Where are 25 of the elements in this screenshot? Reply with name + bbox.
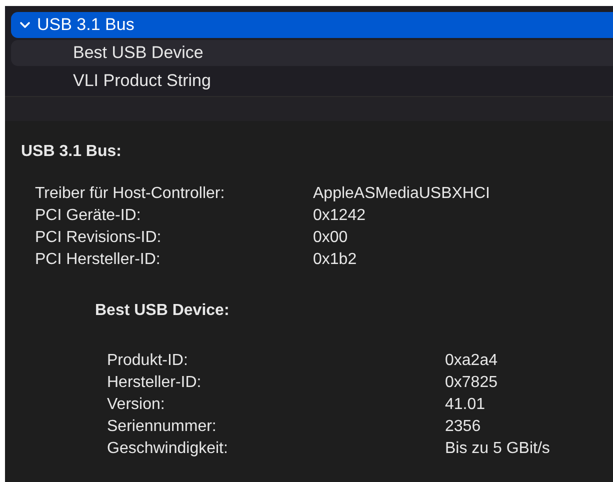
- field-label: Geschwindigkeit:: [107, 439, 229, 459]
- field-value: 41.01: [445, 395, 486, 415]
- field-value: 2356: [445, 417, 482, 437]
- field-value: 0x7825: [445, 373, 498, 393]
- field-label: Produkt-ID:: [107, 351, 189, 371]
- tree-item[interactable]: VLI Product String: [11, 68, 613, 94]
- field-label: Treiber für Host-Controller:: [35, 184, 226, 204]
- field-label: PCI Hersteller-ID:: [35, 250, 162, 270]
- field-label: PCI Geräte-ID:: [35, 206, 142, 226]
- field-value: Bis zu 5 GBit/s: [445, 439, 551, 459]
- section-title: USB 3.1 Bus:: [21, 143, 122, 161]
- section-title: Best USB Device:: [95, 302, 230, 320]
- tree-item[interactable]: Best USB Device: [11, 40, 613, 66]
- field-value: 0x1242: [313, 206, 366, 226]
- field-label: Seriennummer:: [107, 417, 218, 437]
- field-label: Version:: [107, 395, 166, 415]
- field-value: 0x1b2: [313, 250, 358, 270]
- field-label: Hersteller-ID:: [107, 373, 202, 393]
- field-value: 0xa2a4: [445, 351, 498, 371]
- chevron-icon[interactable]: [19, 19, 31, 31]
- field-value: AppleASMediaUSBXHCI: [313, 184, 491, 204]
- field-label: PCI Revisions-ID:: [35, 228, 162, 248]
- tree-item-label: USB 3.1 Bus: [37, 15, 134, 35]
- tree-item[interactable]: USB 3.1 Bus: [11, 12, 613, 38]
- field-value: 0x00: [313, 228, 349, 248]
